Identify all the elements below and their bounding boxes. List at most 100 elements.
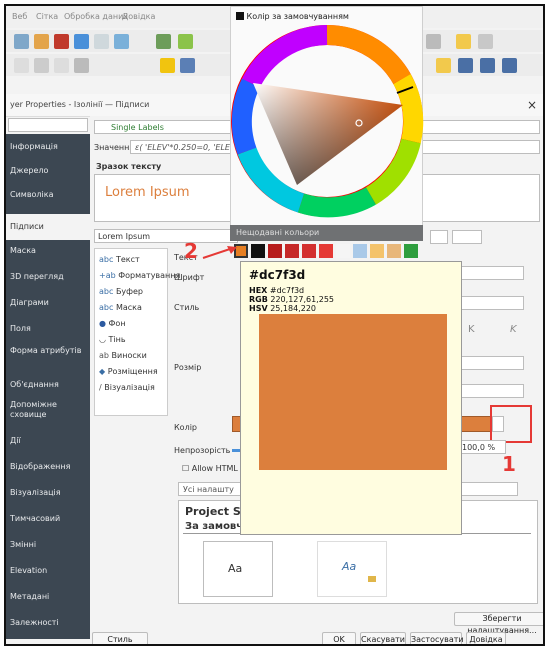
- category-mask[interactable]: abc Маска: [99, 303, 142, 312]
- category-text[interactable]: abc Текст: [99, 255, 140, 264]
- zoom-in-icon[interactable]: [458, 58, 473, 73]
- bold-toggle[interactable]: K: [468, 324, 475, 335]
- measure-icon[interactable]: [54, 58, 69, 73]
- category-background[interactable]: ● Фон: [99, 319, 126, 328]
- apply-button[interactable]: Застосувати: [410, 632, 464, 644]
- select-icon[interactable]: [426, 34, 441, 49]
- settings-icon[interactable]: [478, 34, 493, 49]
- default-color-item[interactable]: Колір за замовчуванням: [236, 12, 349, 21]
- prop-opacity-label: Непрозорість: [174, 446, 231, 455]
- globe-icon[interactable]: [502, 58, 517, 73]
- sidebar-item-auxiliary-storage[interactable]: Допоміжне сховище: [6, 400, 90, 430]
- sidebar-item-3d[interactable]: 3D перегляд: [6, 272, 90, 296]
- help-button[interactable]: Довідка: [466, 632, 506, 644]
- sidebar-item-rendering[interactable]: Візуалізація: [6, 488, 90, 512]
- sidebar-item-metadata[interactable]: Метадані: [6, 592, 90, 616]
- italic-toggle[interactable]: K: [510, 324, 517, 335]
- add-layer-icon[interactable]: [156, 34, 171, 49]
- new-project-icon[interactable]: [14, 34, 29, 49]
- font-select[interactable]: [458, 266, 524, 280]
- label-categories-list: abc Текст +ab Форматування abc Буфер abc…: [94, 248, 180, 416]
- units-select[interactable]: [452, 230, 482, 244]
- zoom-icon[interactable]: [14, 58, 29, 73]
- category-buffer[interactable]: abc Буфер: [99, 287, 143, 296]
- sidebar-item-fields[interactable]: Поля: [6, 324, 90, 348]
- category-callouts[interactable]: ab Виноски: [99, 351, 147, 360]
- refresh-icon[interactable]: [114, 34, 129, 49]
- dialog-title: yer Properties - Ізолінії — Підписи: [10, 100, 150, 109]
- category-rendering[interactable]: / Візуалізація: [99, 383, 155, 392]
- recent-color-swatch[interactable]: [302, 244, 316, 258]
- screenshot-frame: Веб Сітка Обробка даних Довідка yer Prop…: [4, 4, 545, 646]
- category-formatting[interactable]: +ab Форматування: [99, 271, 180, 280]
- open-project-icon[interactable]: [34, 34, 49, 49]
- sidebar-item-symbology[interactable]: Символіка: [6, 190, 90, 214]
- sample-section-header[interactable]: Зразок тексту: [96, 162, 161, 171]
- size-unit-select[interactable]: [430, 230, 448, 244]
- sidebar-item-mask[interactable]: Маска: [6, 246, 90, 270]
- properties-sidebar: Інформація Джерело Символіка Підписи Мас…: [6, 134, 90, 639]
- sidebar-item-temporal[interactable]: Тимчасовий: [6, 514, 90, 538]
- color-picker-popup: Колір за замовчуванням: [230, 6, 424, 231]
- menu-help[interactable]: Довідка: [122, 12, 155, 21]
- sidebar-item-variables[interactable]: Змінні: [6, 540, 90, 564]
- clock-icon[interactable]: [94, 34, 109, 49]
- save-project-icon[interactable]: [54, 34, 69, 49]
- category-shadow[interactable]: ◡ Тінь: [99, 335, 126, 344]
- menu-web[interactable]: Веб: [12, 12, 27, 21]
- sidebar-search-input[interactable]: [8, 118, 88, 132]
- sidebar-item-attributes-form[interactable]: Форма атрибутів: [6, 346, 90, 376]
- sample-text-input[interactable]: Lorem Ipsum: [94, 229, 238, 243]
- style-tile-italic[interactable]: Aa: [317, 541, 387, 597]
- recent-color-swatch[interactable]: [285, 244, 299, 258]
- prop-style-label: Стиль: [174, 303, 200, 312]
- tooltip-hex-row: HEX #dc7f3d: [249, 286, 305, 295]
- ok-button[interactable]: OK: [322, 632, 356, 644]
- prop-color-label: Колір: [174, 423, 197, 432]
- opacity-spinbox[interactable]: 100,0 %: [458, 440, 506, 454]
- recent-color-swatch[interactable]: [336, 244, 350, 258]
- sidebar-item-labels[interactable]: Підписи: [6, 214, 90, 240]
- color-wheel[interactable]: [231, 21, 424, 226]
- recent-color-swatch[interactable]: [251, 244, 265, 258]
- style-select[interactable]: [458, 296, 524, 310]
- menu-grid[interactable]: Сітка: [36, 12, 58, 21]
- sample-preview-text: Lorem Ipsum: [105, 185, 190, 200]
- sidebar-item-display[interactable]: Відображення: [6, 462, 90, 486]
- style-badge-icon: [368, 576, 376, 582]
- recent-color-swatch[interactable]: [319, 244, 333, 258]
- close-icon[interactable]: ×: [527, 98, 537, 112]
- recent-color-swatch[interactable]: [404, 244, 418, 258]
- size-spinbox[interactable]: [458, 356, 524, 370]
- pin-icon[interactable]: [180, 58, 195, 73]
- recent-color-swatch[interactable]: [268, 244, 282, 258]
- label-tool-icon[interactable]: [160, 58, 175, 73]
- sidebar-item-elevation[interactable]: Elevation: [6, 566, 90, 590]
- tooltip-hex-title: #dc7f3d: [249, 268, 306, 282]
- pencil-icon[interactable]: [456, 34, 471, 49]
- sidebar-item-diagrams[interactable]: Діаграми: [6, 298, 90, 322]
- sidebar-item-actions[interactable]: Дії: [6, 436, 90, 460]
- style-tile-default[interactable]: Aa: [203, 541, 273, 597]
- sidebar-item-information[interactable]: Інформація: [6, 142, 90, 166]
- style-button[interactable]: Стиль: [92, 632, 148, 644]
- triangle-tool-icon[interactable]: [436, 58, 451, 73]
- identify-icon[interactable]: [74, 58, 89, 73]
- recent-colors-header: Нещодавні кольори: [230, 225, 423, 241]
- zoom-out-icon[interactable]: [480, 58, 495, 73]
- digitize-icon[interactable]: [178, 34, 193, 49]
- menu-processing[interactable]: Обробка даних: [64, 12, 128, 21]
- allow-html-checkbox[interactable]: ☐ Allow HTML fo: [182, 464, 248, 473]
- recent-color-swatch[interactable]: [387, 244, 401, 258]
- sidebar-item-source[interactable]: Джерело: [6, 166, 90, 190]
- save-settings-button[interactable]: Зберегти налаштування...: [454, 612, 543, 635]
- size-units-select[interactable]: [458, 384, 524, 398]
- cancel-button[interactable]: Скасувати: [360, 632, 406, 644]
- recent-color-swatch[interactable]: [370, 244, 384, 258]
- layout-icon[interactable]: [74, 34, 89, 49]
- sidebar-item-dependencies[interactable]: Залежності: [6, 618, 90, 642]
- recent-color-swatch[interactable]: [353, 244, 367, 258]
- pan-icon[interactable]: [34, 58, 49, 73]
- category-placement[interactable]: ◆ Розміщення: [99, 367, 158, 376]
- tooltip-hsv-row: HSV 25,184,220: [249, 304, 317, 313]
